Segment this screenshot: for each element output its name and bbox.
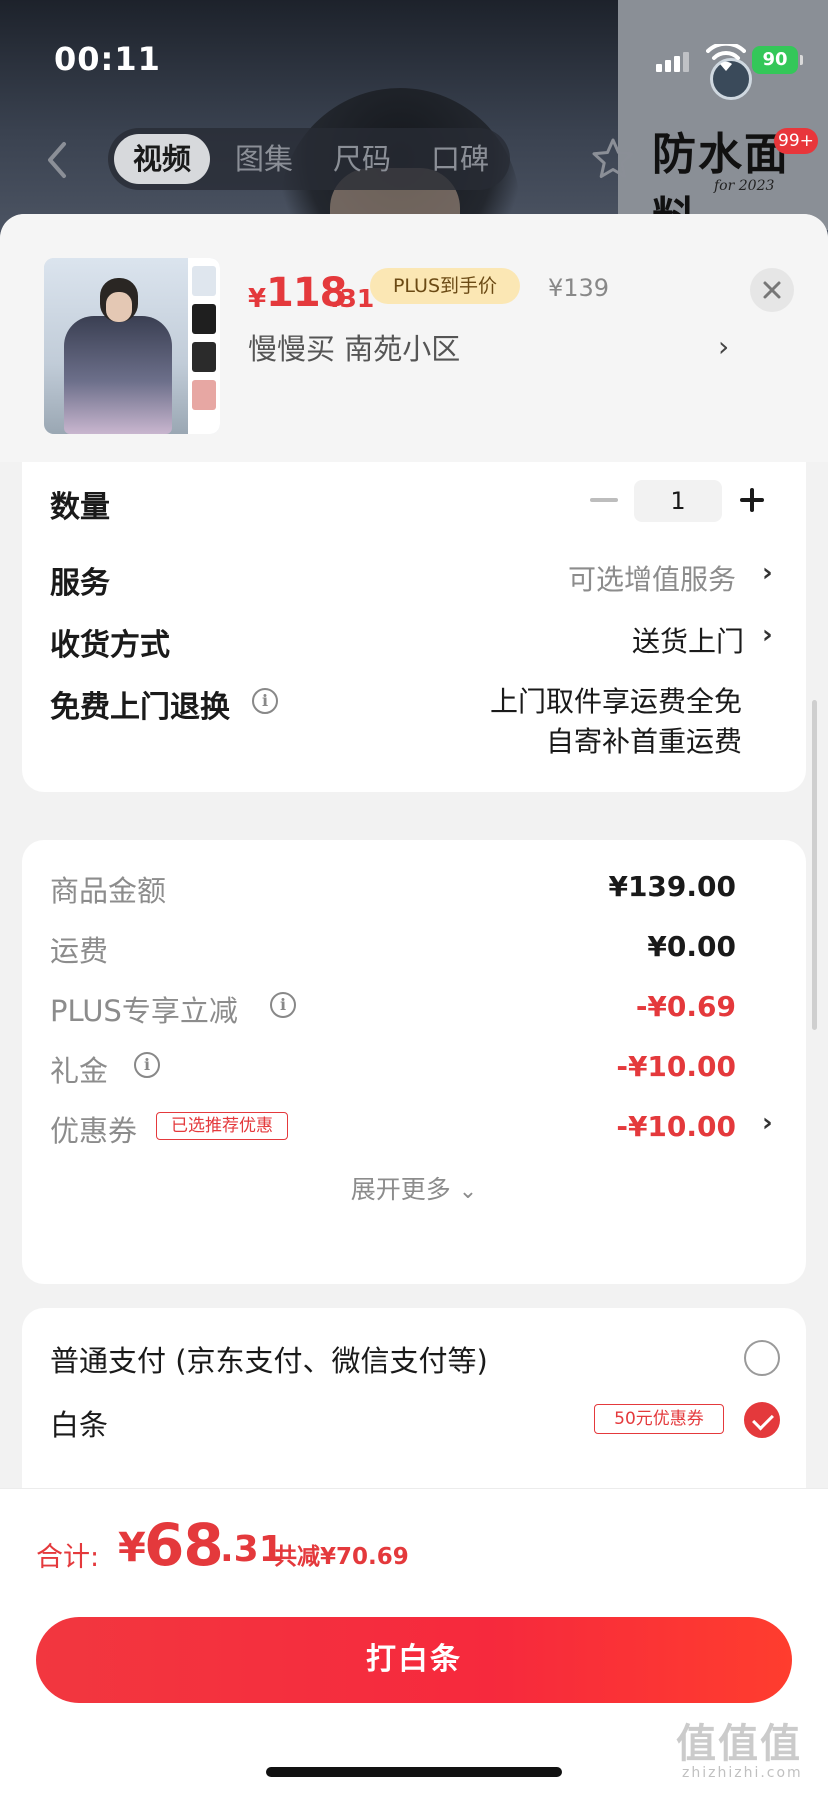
baitiao-payment-radio[interactable] <box>744 1402 780 1438</box>
watermark-url: zhizhizhi.com <box>682 1765 803 1781</box>
chevron-right-icon[interactable]: › <box>762 558 773 588</box>
quantity-label: 数量 <box>50 490 110 525</box>
coupon-label: 优惠券 <box>50 1114 138 1148</box>
price-decimal: .31 <box>330 284 375 313</box>
service-value[interactable]: 可选增值服务 <box>568 558 736 598</box>
variant-strip <box>188 258 220 434</box>
watermark-logo: 值值值 <box>676 1721 802 1767</box>
info-icon[interactable]: i <box>134 1052 160 1078</box>
cart-count-badge: 99+ <box>774 128 818 154</box>
chevron-down-icon: ⌄ <box>458 1179 478 1204</box>
fees-card: 商品金额 ¥139.00 运费 ¥0.00 PLUS专享立减 i -¥0.69 … <box>22 840 806 1284</box>
expand-more-button[interactable]: 展开更多 ⌄ <box>22 1170 806 1206</box>
goods-amount-label: 商品金额 <box>50 874 167 908</box>
shipping-value: ¥0.00 <box>647 930 736 963</box>
close-icon <box>763 281 781 299</box>
chevron-right-icon[interactable]: › <box>718 330 729 363</box>
baitiao-payment-label[interactable]: 白条 <box>50 1402 108 1444</box>
quantity-stepper[interactable]: 1 <box>634 480 722 522</box>
service-label: 服务 <box>50 566 110 601</box>
close-button[interactable] <box>750 268 794 312</box>
checkout-footer: 合计: ¥ 68 .31 共减¥70.69 打白条 值值值 zhizhizhi.… <box>0 1488 828 1793</box>
status-time: 00:11 <box>54 40 161 78</box>
status-bar: 00:11 90 <box>0 0 828 120</box>
coupon-value[interactable]: -¥10.00 <box>616 1110 736 1143</box>
info-icon[interactable]: i <box>270 992 296 1018</box>
tab-video[interactable]: 视频 <box>114 134 210 184</box>
plus-discount-value: -¥0.69 <box>635 990 736 1023</box>
delivery-address[interactable]: 慢慢买 南苑小区 <box>248 326 460 368</box>
battery-indicator: 90 <box>752 46 803 74</box>
delivery-method-label: 收货方式 <box>50 628 170 663</box>
plus-discount-label: PLUS专享立减 <box>50 994 238 1028</box>
options-card: 数量 1 服务 可选增值服务 › 收货方式 送货上门 › 免费上门退换 i 上门… <box>22 462 806 792</box>
delivery-method-value[interactable]: 送货上门 <box>632 620 744 660</box>
plus-price-tag: PLUS到手价 <box>370 268 520 304</box>
chevron-right-icon[interactable]: › <box>762 1108 773 1138</box>
baitiao-coupon-tag: 50元优惠券 <box>594 1404 724 1434</box>
free-return-line2: 自寄补首重运费 <box>545 725 742 758</box>
thumbnail-subtitle: for 2023 <box>714 178 775 194</box>
goods-amount-value: ¥139.00 <box>608 870 736 903</box>
free-return-line1: 上门取件享运费全免 <box>489 685 742 718</box>
favorite-star-icon[interactable] <box>590 136 636 182</box>
coupon-selected-tag: 已选推荐优惠 <box>156 1112 288 1140</box>
quantity-increase-button[interactable] <box>740 484 772 516</box>
info-icon[interactable]: i <box>252 688 278 714</box>
quantity-decrease-button[interactable] <box>590 498 618 502</box>
total-integer: 68 <box>144 1511 224 1579</box>
wifi-icon <box>706 44 746 71</box>
total-saved: 共减¥70.69 <box>274 1544 409 1570</box>
chevron-right-icon[interactable]: › <box>762 620 773 650</box>
normal-payment-label[interactable]: 普通支付 (京东支付、微信支付等) <box>50 1338 488 1380</box>
total-label: 合计: <box>36 1542 100 1573</box>
tab-reviews[interactable]: 口碑 <box>412 128 508 190</box>
sheet-header: ¥ 118 .31 PLUS到手价 ¥139 慢慢买 南苑小区 › <box>0 214 828 462</box>
gift-money-value: -¥10.00 <box>616 1050 736 1083</box>
original-price: ¥139 <box>548 274 610 302</box>
tab-gallery[interactable]: 图集 <box>216 128 312 190</box>
gift-money-label: 礼金 <box>50 1054 109 1088</box>
normal-payment-radio[interactable] <box>744 1340 780 1376</box>
expand-more-label: 展开更多 <box>350 1175 451 1204</box>
scrollbar[interactable] <box>812 700 817 1030</box>
price-currency: ¥ <box>248 284 267 314</box>
cellular-signal-icon <box>656 50 692 72</box>
jacket-graphic <box>64 316 172 434</box>
tab-size[interactable]: 尺码 <box>314 128 410 190</box>
home-indicator[interactable] <box>266 1767 562 1777</box>
back-arrow-icon[interactable] <box>40 138 74 182</box>
media-tabs: 视频 图集 尺码 口碑 <box>108 128 510 190</box>
shipping-label: 运费 <box>50 934 109 968</box>
product-thumbnail <box>44 258 220 434</box>
total-currency: ¥ <box>118 1525 146 1571</box>
pay-with-baitiao-button[interactable]: 打白条 <box>36 1617 792 1703</box>
free-return-label: 免费上门退换 <box>50 690 230 725</box>
